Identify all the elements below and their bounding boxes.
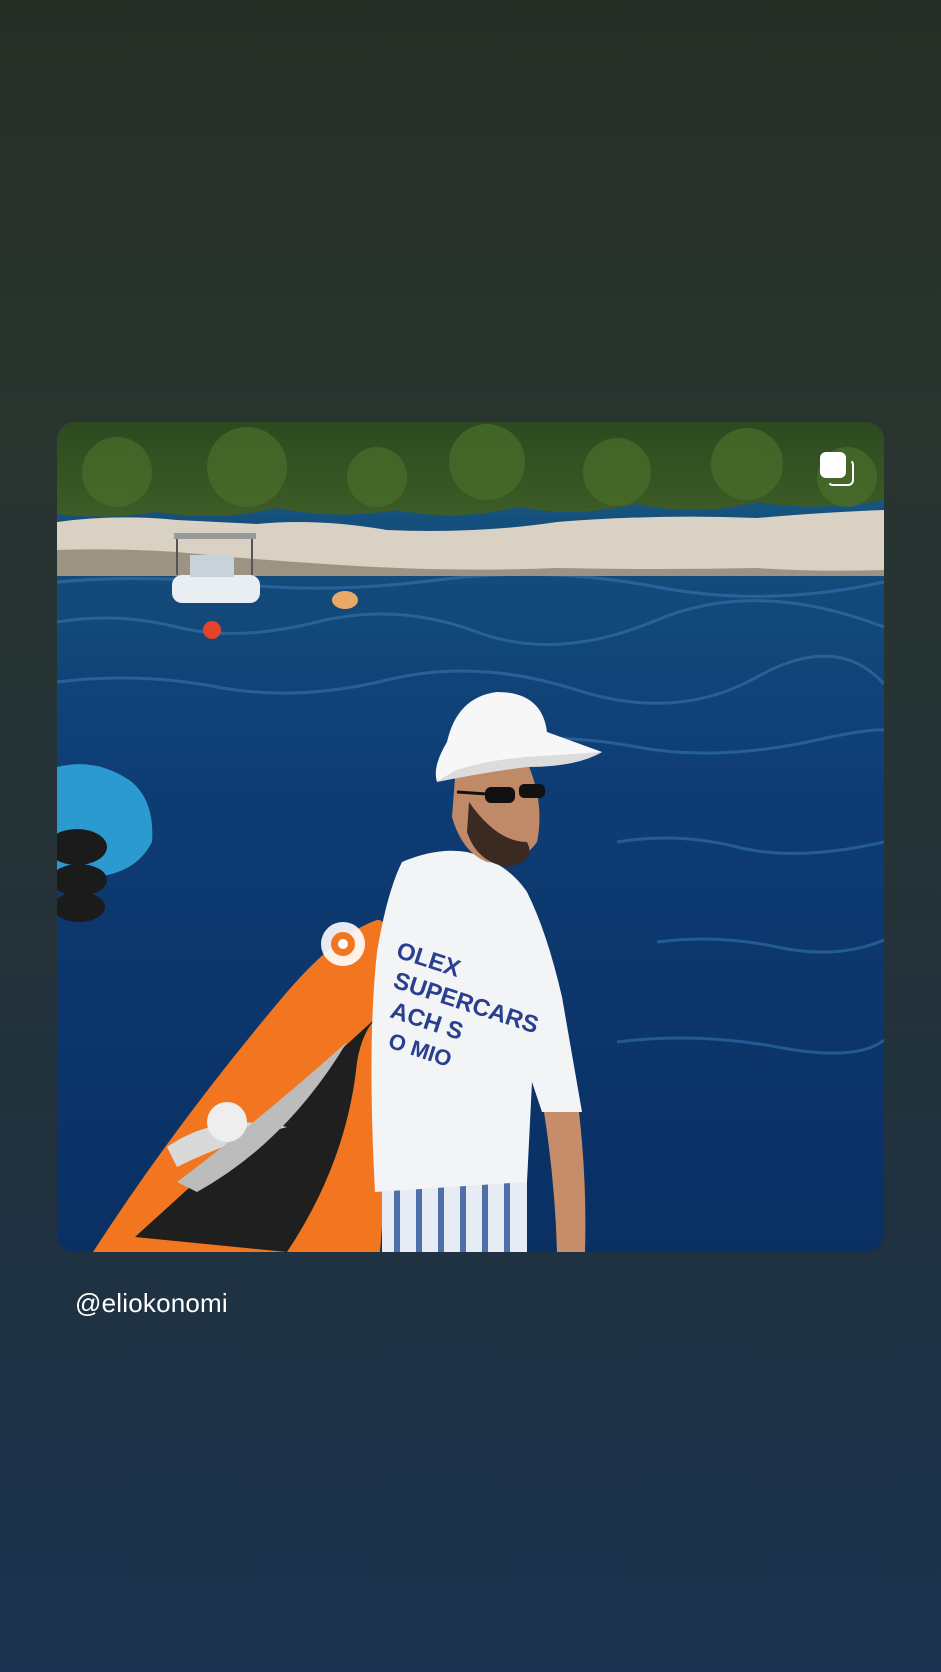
- post-photo[interactable]: OLEX SUPERCARS ACH S O MIO: [57, 422, 884, 1252]
- author-handle-link[interactable]: @eliokonomi: [75, 1288, 228, 1319]
- multiple-photos-icon-front: [820, 452, 846, 478]
- photo-illustration: OLEX SUPERCARS ACH S O MIO: [57, 422, 884, 1252]
- story-viewer: OLEX SUPERCARS ACH S O MIO @eliokonomi: [0, 0, 941, 1672]
- multiple-photos-icon: [818, 450, 856, 488]
